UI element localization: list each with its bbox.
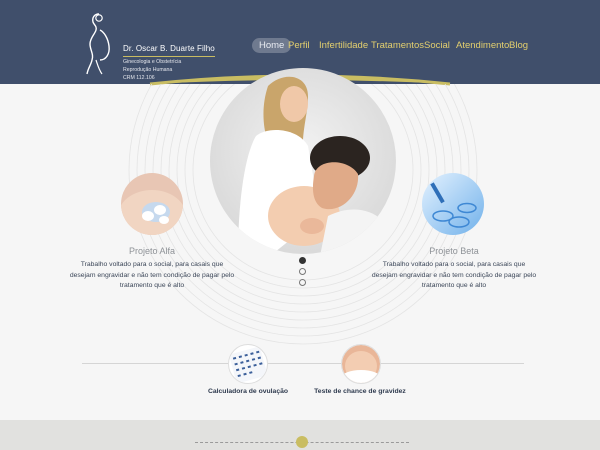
slider-dot-2[interactable] [299, 268, 306, 275]
projeto-alfa-photo[interactable] [120, 172, 184, 236]
nav-item-atendimento[interactable]: Atendimento [456, 38, 509, 53]
hero-couple-photo [210, 68, 396, 254]
section-divider [82, 363, 524, 364]
nav-item-blog[interactable]: Blog [509, 38, 528, 53]
nav-item-home[interactable]: Home [252, 38, 292, 53]
slider-dots [299, 257, 307, 290]
specialty-line: Ginecologia e Obstetrícia [123, 59, 182, 65]
nav-item-tratamentos[interactable]: Tratamentos [371, 38, 424, 53]
nav-item-perfil[interactable]: Perfil [288, 38, 310, 53]
projeto-beta-title[interactable]: Projeto Beta [379, 246, 529, 256]
footer-knob-icon[interactable] [296, 436, 308, 448]
nav-item-infertilidade[interactable]: Infertilidade [319, 38, 368, 53]
pregnant-silhouette-logo-icon[interactable] [78, 10, 118, 76]
projeto-beta-description: Trabalho voltado para o social, para cas… [371, 261, 537, 289]
teste-chance-gravidez-link[interactable]: Teste de chance de gravidez [300, 388, 420, 395]
calendar-icon[interactable] [228, 344, 268, 384]
pregnant-belly-icon[interactable] [341, 344, 381, 384]
nav-item-social[interactable]: Social [424, 38, 450, 53]
footer-bar [0, 420, 600, 450]
slider-dot-1[interactable] [299, 257, 306, 264]
projeto-alfa-description: Trabalho voltado para o social, para cas… [69, 261, 235, 289]
main-content: Projeto Alfa Trabalho voltado para o soc… [0, 68, 600, 420]
projeto-alfa-title[interactable]: Projeto Alfa [77, 246, 227, 256]
calculadora-ovulacao-link[interactable]: Calculadora de ovulação [188, 388, 308, 395]
projeto-beta-photo[interactable] [421, 172, 485, 236]
slider-dot-3[interactable] [299, 279, 306, 286]
doctor-name[interactable]: Dr. Oscar B. Duarte Filho [123, 44, 215, 57]
